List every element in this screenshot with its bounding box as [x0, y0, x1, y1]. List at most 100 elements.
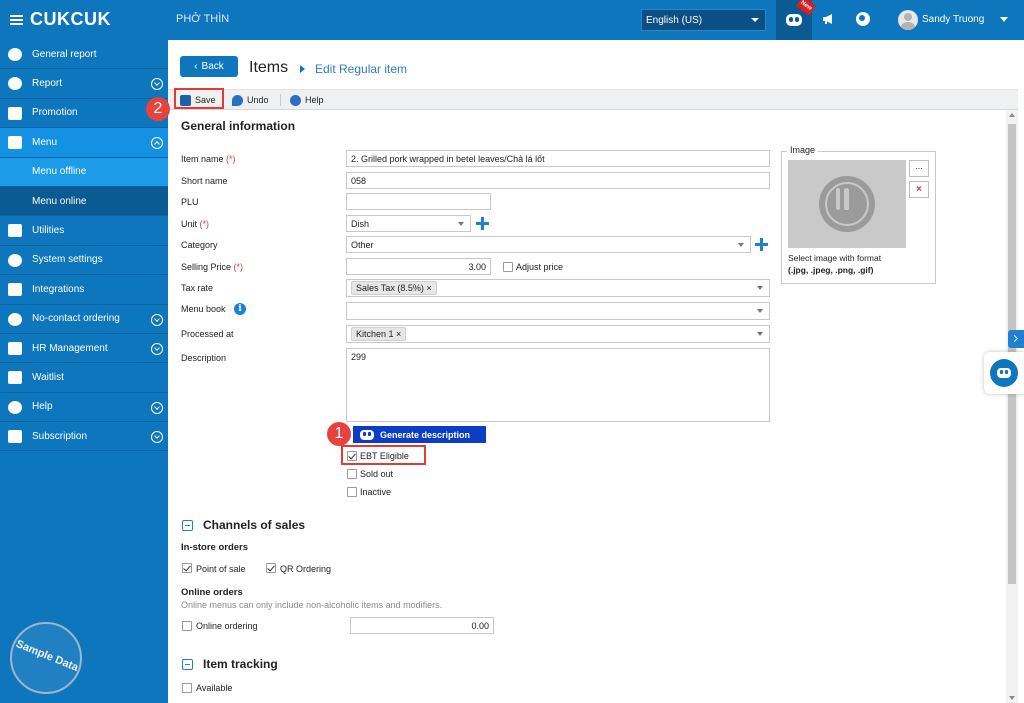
chevron-up-icon[interactable] [151, 137, 163, 150]
scroll-up-arrow-icon[interactable] [1009, 113, 1015, 117]
sidebar-item-label: Promotion [32, 107, 78, 119]
chevron-down-icon[interactable] [151, 401, 163, 414]
ai-assistant-button[interactable]: New [776, 0, 816, 40]
tax-rate-tag: Sales Tax (8.5%) × [351, 281, 437, 295]
qr-ordering-checkbox[interactable] [266, 563, 276, 573]
chevron-down-icon[interactable] [1000, 17, 1008, 22]
tax-rate-select[interactable]: Sales Tax (8.5%) × [346, 279, 770, 297]
avatar[interactable] [898, 10, 918, 30]
chevron-down-icon[interactable] [151, 313, 163, 326]
sidebar: General report Report Promotion Menu Men… [0, 40, 168, 703]
breadcrumb-current: Edit Regular item [315, 62, 408, 76]
chevron-down-icon [458, 222, 464, 226]
robot-icon [360, 429, 374, 440]
sidebar-item-menu[interactable]: Menu [0, 128, 168, 158]
description-label: Description [181, 353, 227, 363]
sidebar-item-menu-offline[interactable]: Menu offline [0, 157, 168, 187]
generate-description-button[interactable]: Generate description [353, 426, 486, 443]
image-panel-title: Image [787, 145, 819, 155]
collapse-tracking-icon[interactable] [182, 659, 193, 670]
fork-icon [836, 188, 840, 210]
delete-image-button[interactable]: × [909, 181, 929, 198]
sidebar-item-system-settings[interactable]: System settings [0, 246, 168, 276]
form-scrollbar[interactable] [1006, 110, 1018, 703]
online-price-field[interactable]: 0.00 [350, 617, 494, 634]
sidebar-item-integrations[interactable]: Integrations [0, 275, 168, 305]
category-select[interactable]: Other [346, 236, 751, 253]
sidebar-item-subscription[interactable]: Subscription [0, 422, 168, 452]
online-ordering-label: Online ordering [196, 621, 258, 631]
remove-tag-icon[interactable]: × [426, 283, 431, 293]
chat-assistant-button[interactable] [984, 352, 1024, 394]
sidebar-item-promotion[interactable]: Promotion [0, 99, 168, 129]
browse-image-button[interactable]: ... [909, 160, 929, 177]
unit-select[interactable]: Dish [346, 215, 471, 232]
image-placeholder[interactable] [788, 160, 906, 248]
chevron-down-icon[interactable] [151, 78, 163, 91]
page-title: Items [249, 59, 289, 76]
user-name[interactable]: Sandy Truong [922, 14, 984, 25]
sidebar-item-menu-online[interactable]: Menu online [0, 186, 168, 217]
scroll-down-arrow-icon[interactable] [1009, 696, 1015, 700]
point-of-sale-checkbox[interactable] [182, 563, 192, 573]
image-format-hint: Select image with format (.jpg, .jpeg, .… [788, 252, 881, 276]
toolbar: Save Undo Help [168, 89, 1018, 110]
in-store-orders-title: In-store orders [181, 542, 249, 553]
globe-icon [8, 312, 22, 326]
short-name-label: Short name [181, 176, 228, 186]
processed-at-select[interactable]: Kitchen 1 × [346, 325, 770, 343]
integrations-icon [8, 283, 22, 297]
gear-icon [8, 253, 22, 267]
adjust-price-checkbox[interactable] [503, 262, 513, 272]
description-textarea[interactable]: 299 [346, 348, 770, 422]
online-ordering-checkbox[interactable] [182, 621, 192, 631]
step-marker-2: 2 [146, 97, 170, 121]
chevron-down-icon[interactable] [151, 342, 163, 355]
plu-field[interactable] [346, 193, 491, 210]
sidebar-item-help[interactable]: Help [0, 393, 168, 423]
sidebar-item-label: Subscription [32, 430, 88, 442]
sidebar-item-no-contact-ordering[interactable]: No-contact ordering [0, 305, 168, 334]
info-icon[interactable]: i [234, 303, 246, 315]
remove-tag-icon[interactable]: × [396, 329, 401, 339]
available-checkbox[interactable] [182, 683, 192, 693]
back-label: Back [201, 61, 224, 72]
robot-icon [997, 368, 1011, 378]
menu-book-select[interactable] [346, 302, 770, 320]
item-name-label: Item name (*) [181, 154, 236, 164]
sold-out-checkbox[interactable] [347, 469, 357, 479]
add-unit-plus-icon[interactable] [476, 217, 489, 230]
item-name-field[interactable]: 2. Grilled pork wrapped in betel leaves/… [346, 150, 770, 167]
sidebar-item-hr-management[interactable]: HR Management [0, 334, 168, 364]
step-marker-1: 1 [327, 422, 351, 446]
sidebar-item-label: Utilities [32, 225, 65, 237]
expand-side-panel-button[interactable] [1008, 330, 1024, 348]
back-button[interactable]: ‹ Back [180, 56, 238, 77]
sidebar-item-report[interactable]: Report [0, 69, 168, 99]
collapse-channels-icon[interactable] [182, 520, 193, 531]
hamburger-menu-icon[interactable] [10, 13, 23, 27]
inactive-checkbox[interactable] [347, 487, 357, 497]
chevron-down-icon [738, 243, 744, 247]
category-label: Category [181, 240, 218, 250]
required-mark: (*) [226, 154, 236, 164]
undo-button[interactable]: Undo [232, 92, 269, 108]
sidebar-item-label: No-contact ordering [32, 313, 120, 325]
people-icon [8, 341, 22, 355]
required-mark: (*) [199, 219, 210, 229]
selling-price-field[interactable]: 3.00 [346, 258, 491, 275]
section-title-general: General information [181, 119, 296, 133]
sidebar-item-general-report[interactable]: General report [0, 40, 168, 70]
sidebar-item-utilities[interactable]: Utilities [0, 216, 168, 246]
sidebar-item-waitlist[interactable]: Waitlist [0, 363, 168, 393]
chevron-down-icon[interactable] [151, 431, 163, 444]
short-name-field[interactable]: 058 [346, 172, 770, 189]
help-button[interactable]: Help [290, 92, 324, 108]
breadcrumb-arrow-icon [300, 65, 305, 73]
megaphone-icon[interactable] [822, 13, 836, 25]
language-select[interactable]: English (US) [641, 9, 766, 31]
add-category-plus-icon[interactable] [755, 238, 768, 251]
chevron-down-icon [757, 332, 763, 336]
app-logo[interactable]: CUKCUK [10, 9, 111, 30]
globe-icon[interactable] [856, 12, 870, 26]
